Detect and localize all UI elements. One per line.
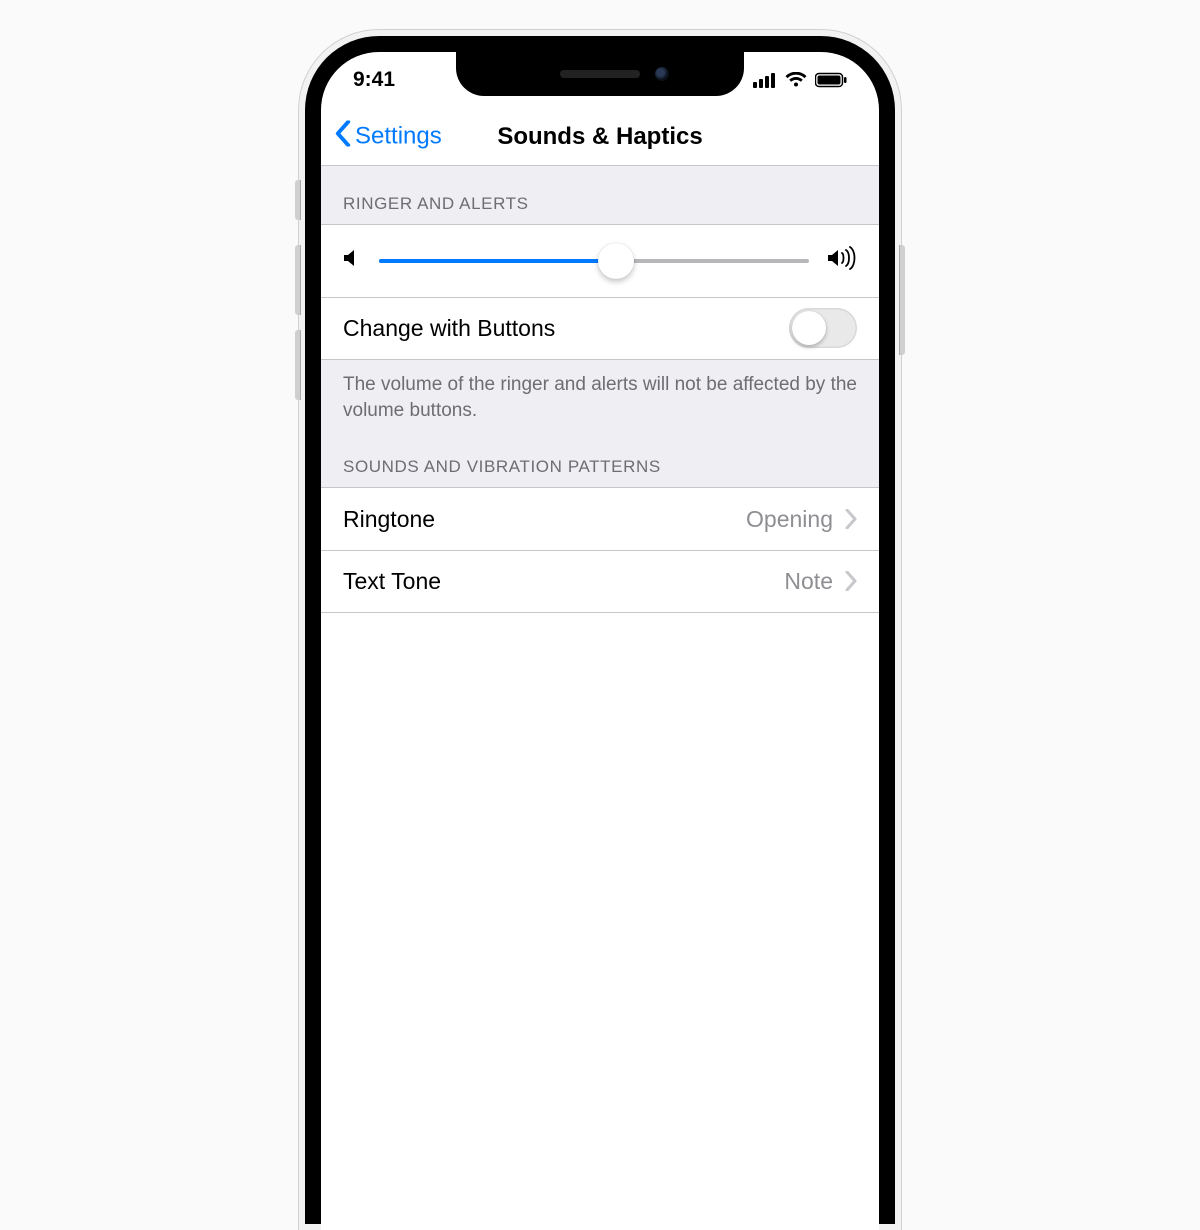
page-title: Sounds & Haptics — [497, 123, 702, 151]
section-header-patterns: SOUNDS AND VIBRATION PATTERNS — [321, 429, 879, 487]
ringtone-row[interactable]: Ringtone Opening — [321, 488, 879, 550]
volume-up-button-hw — [295, 245, 301, 315]
front-camera — [655, 67, 669, 81]
change-with-buttons-toggle[interactable] — [789, 308, 857, 348]
text-tone-value: Note — [784, 568, 833, 595]
back-label: Settings — [355, 123, 442, 151]
text-tone-label: Text Tone — [343, 568, 784, 595]
back-button[interactable]: Settings — [335, 120, 442, 153]
section-header-ringer: RINGER AND ALERTS — [321, 166, 879, 224]
chevron-right-icon — [845, 571, 857, 591]
section-footer-ringer: The volume of the ringer and alerts will… — [321, 360, 879, 429]
power-button-hw — [899, 245, 905, 355]
status-time: 9:41 — [353, 68, 395, 92]
notch — [456, 52, 744, 96]
wifi-icon — [785, 72, 807, 88]
slider-thumb[interactable] — [598, 243, 634, 279]
cellular-signal-icon — [753, 72, 777, 88]
slider-fill — [379, 259, 616, 263]
toggle-knob — [792, 311, 826, 345]
ringer-volume-slider[interactable] — [379, 243, 809, 279]
change-with-buttons-row[interactable]: Change with Buttons — [321, 297, 879, 359]
volume-high-icon — [827, 246, 857, 276]
chevron-right-icon — [845, 509, 857, 529]
ringer-volume-row — [321, 225, 879, 297]
volume-down-button-hw — [295, 330, 301, 400]
ringtone-label: Ringtone — [343, 506, 746, 533]
volume-low-icon — [343, 247, 361, 275]
chevron-left-icon — [335, 120, 351, 153]
text-tone-row[interactable]: Text Tone Note — [321, 550, 879, 612]
group-patterns: Ringtone Opening Text Tone Note — [321, 487, 879, 613]
battery-icon — [815, 72, 847, 88]
change-with-buttons-label: Change with Buttons — [343, 315, 789, 342]
settings-content: RINGER AND ALERTS Chang — [321, 166, 879, 613]
earpiece-speaker — [560, 70, 640, 78]
ringtone-value: Opening — [746, 506, 833, 533]
nav-bar: Settings Sounds & Haptics — [321, 108, 879, 166]
screen: 9:41 Settings Sounds & Hap — [321, 52, 879, 1230]
group-ringer: Change with Buttons — [321, 224, 879, 360]
silence-switch — [295, 180, 301, 220]
phone-frame: 9:41 Settings Sounds & Hap — [299, 30, 901, 1230]
